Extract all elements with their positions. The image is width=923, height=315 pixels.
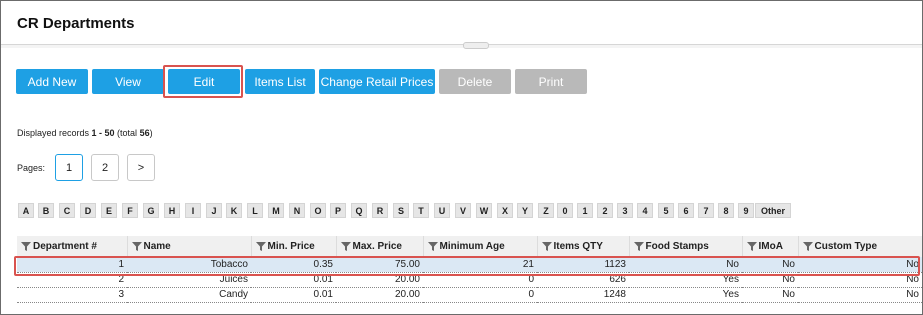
table-cell: 3 [17,287,127,303]
filter-icon[interactable] [255,241,266,251]
filter-icon[interactable] [21,241,31,251]
column-header-label: Minimum Age [439,241,505,252]
column-header[interactable]: Food Stamps [628,236,742,257]
column-header[interactable]: Custom Type [797,236,922,257]
letter-filter-d[interactable]: D [80,203,96,218]
table-cell: 1248 [537,287,629,303]
splitter[interactable] [1,42,922,49]
items-list-button[interactable]: Items List [245,69,315,94]
letter-filter-s[interactable]: S [393,203,409,218]
letter-filter-6[interactable]: 6 [678,203,694,218]
letter-filter-other[interactable]: Other [755,203,791,218]
filter-icon[interactable] [131,241,142,251]
table-header-row: Department # Name Min. Price Max. Price Mini… [17,236,922,257]
letter-filter-f[interactable]: F [122,203,138,218]
letter-filter-p[interactable]: P [330,203,346,218]
delete-button[interactable]: Delete [439,69,511,94]
column-header-label: Min. Price [267,241,315,252]
letter-filter-a[interactable]: A [18,203,34,218]
view-button[interactable]: View [92,69,164,94]
column-header[interactable]: Min. Price [250,236,336,257]
column-header-label: IMoA [758,241,783,252]
letter-filter-q[interactable]: Q [351,203,367,218]
column-header-label: Department # [33,241,97,252]
letter-filter-k[interactable]: K [226,203,242,218]
letter-filter-u[interactable]: U [434,203,450,218]
table-cell: 0 [423,287,537,303]
letter-filter-b[interactable]: B [38,203,54,218]
table-cell: No [798,287,922,303]
table-row[interactable]: 3 Candy 0.01 20.00 0 1248 Yes No No [17,287,922,303]
add-new-button[interactable]: Add New [16,69,88,94]
table-cell: Candy [127,287,251,303]
letter-filter-z[interactable]: Z [538,203,554,218]
pages-label: Pages: [17,163,46,173]
column-header[interactable]: Max. Price [335,236,423,257]
table-cell: 20.00 [336,287,423,303]
edit-button-highlight [163,65,243,98]
letter-filter-v[interactable]: V [455,203,471,218]
selected-row-highlight [14,256,920,276]
column-header-label: Max. Price [352,241,402,252]
filter-icon[interactable] [340,241,351,251]
letter-filter-7[interactable]: 7 [698,203,714,218]
letter-filter-x[interactable]: X [497,203,513,218]
table-cell: 0.01 [251,287,336,303]
column-header[interactable]: Minimum Age [422,236,537,257]
filter-icon[interactable] [427,241,438,251]
letter-filter-1[interactable]: 1 [577,203,593,218]
letter-filter-8[interactable]: 8 [718,203,734,218]
filter-icon[interactable] [802,241,813,251]
letter-filter-c[interactable]: C [59,203,75,218]
page-2-button[interactable]: 2 [91,154,119,181]
table-cell: Yes [629,287,742,303]
column-header-label: Name [143,241,171,252]
letter-filter-h[interactable]: H [164,203,180,218]
letter-filter-4[interactable]: 4 [637,203,653,218]
letter-filter-n[interactable]: N [289,203,305,218]
letter-filter-3[interactable]: 3 [617,203,633,218]
letter-filter-9[interactable]: 9 [738,203,754,218]
letter-filter-o[interactable]: O [310,203,326,218]
column-header[interactable]: Items QTY [536,236,629,257]
print-button[interactable]: Print [515,69,587,94]
column-header[interactable]: IMoA [741,236,798,257]
letter-filter-t[interactable]: T [413,203,429,218]
letter-filter-l[interactable]: L [247,203,263,218]
next-page-button[interactable]: > [127,154,155,181]
table-cell: No [742,287,798,303]
column-header[interactable]: Name [126,236,251,257]
column-header-label: Items QTY [553,241,603,252]
filter-icon[interactable] [746,241,757,251]
column-header[interactable]: Department # [17,236,127,257]
records-info: Displayed records 1 - 50 (total 56) [17,128,153,138]
letter-filter-m[interactable]: M [268,203,284,218]
letter-filter-r[interactable]: R [372,203,388,218]
column-header-label: Custom Type [814,241,878,252]
splitter-grip[interactable] [463,42,489,49]
letter-filter-5[interactable]: 5 [658,203,674,218]
letter-filter-w[interactable]: W [476,203,492,218]
letter-filter-0[interactable]: 0 [557,203,573,218]
letter-filter-g[interactable]: G [143,203,159,218]
letter-filter-e[interactable]: E [101,203,117,218]
letter-filter-2[interactable]: 2 [597,203,613,218]
letter-filter-y[interactable]: Y [517,203,533,218]
filter-icon[interactable] [633,241,644,251]
page-title: CR Departments [17,15,135,32]
letter-filter-i[interactable]: I [185,203,201,218]
change-retail-prices-button[interactable]: Change Retail Prices [319,69,435,94]
column-header-label: Food Stamps [645,241,709,252]
page-1-button[interactable]: 1 [55,154,83,181]
letter-filter-j[interactable]: J [206,203,222,218]
filter-icon[interactable] [541,241,552,251]
